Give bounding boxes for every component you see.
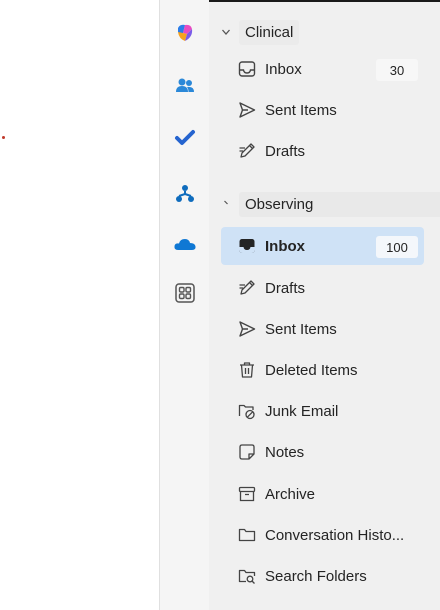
- chevron-right-icon[interactable]: [219, 197, 233, 211]
- folder-pane: Clinical Inbox 30 Sent Items Drafts Obse…: [209, 0, 440, 610]
- archive-icon: [237, 484, 257, 504]
- unread-count-badge: 100: [376, 236, 418, 258]
- inbox-icon: [237, 236, 257, 256]
- folder-drafts[interactable]: Drafts: [221, 132, 424, 170]
- folder-sent-items[interactable]: Sent Items: [221, 91, 424, 129]
- folder-label: Archive: [265, 485, 316, 503]
- window-top-border: [209, 0, 440, 2]
- account-header-observing[interactable]: Observing: [219, 190, 440, 218]
- folder-deleted-items[interactable]: Deleted Items: [221, 351, 424, 389]
- folder-label: Conversation Histo...: [265, 526, 405, 544]
- more-apps-icon[interactable]: [167, 275, 203, 311]
- drafts-icon: [237, 278, 257, 298]
- search-folder-icon: [237, 566, 257, 586]
- org-explorer-icon[interactable]: [167, 176, 203, 212]
- folder-inbox[interactable]: Inbox 30: [221, 50, 424, 88]
- folder-inbox-selected[interactable]: Inbox 100: [221, 227, 424, 265]
- drafts-icon: [237, 141, 257, 161]
- account-name: Clinical: [239, 19, 300, 45]
- send-icon: [237, 100, 257, 120]
- folder-label: Notes: [265, 443, 305, 461]
- red-dot-mark: [2, 136, 5, 139]
- folder-label: Junk Email: [265, 402, 339, 420]
- folder-icon: [237, 525, 257, 545]
- account-name: Observing: [239, 191, 440, 217]
- todo-icon[interactable]: [167, 120, 203, 156]
- folder-sent-items[interactable]: Sent Items: [221, 310, 424, 348]
- folder-label: Deleted Items: [265, 361, 358, 379]
- notes-icon: [237, 442, 257, 462]
- copilot-icon[interactable]: [167, 15, 203, 51]
- folder-label: Drafts: [265, 142, 306, 160]
- unread-count-badge: 30: [376, 59, 418, 81]
- folder-label: Sent Items: [265, 101, 337, 119]
- folder-label: Sent Items: [265, 320, 337, 338]
- folder-conversation-history[interactable]: Conversation Histo...: [221, 516, 424, 554]
- inbox-icon: [237, 59, 257, 79]
- folder-archive[interactable]: Archive: [221, 475, 424, 513]
- send-icon: [237, 319, 257, 339]
- folder-junk-email[interactable]: Junk Email: [221, 392, 424, 430]
- folder-label: Drafts: [265, 279, 306, 297]
- folder-label: Search Folders: [265, 567, 367, 585]
- folder-label: Inbox: [265, 60, 302, 78]
- junk-icon: [237, 401, 257, 421]
- chevron-down-icon[interactable]: [219, 25, 233, 39]
- blank-canvas: [0, 0, 159, 610]
- account-header-clinical[interactable]: Clinical: [219, 18, 300, 46]
- people-icon[interactable]: [167, 68, 203, 104]
- trash-icon: [237, 360, 257, 380]
- folder-label: Inbox: [265, 237, 305, 255]
- onedrive-icon[interactable]: [167, 226, 203, 262]
- folder-search-folders[interactable]: Search Folders: [221, 557, 424, 595]
- app-rail: [159, 0, 210, 610]
- folder-notes[interactable]: Notes: [221, 433, 424, 471]
- folder-drafts[interactable]: Drafts: [221, 269, 424, 307]
